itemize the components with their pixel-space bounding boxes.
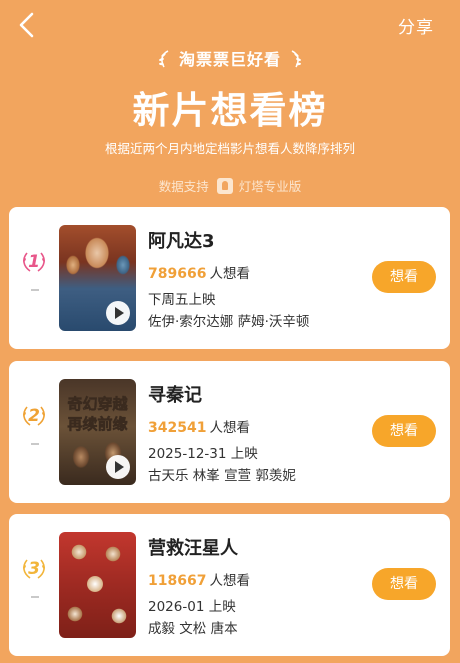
movie-title[interactable]: 寻秦记 <box>148 381 202 407</box>
movie-title[interactable]: 阿凡达3 <box>148 227 215 253</box>
data-source-prefix: 数据支持 <box>158 179 209 194</box>
movie-title[interactable]: 营救汪星人 <box>148 534 238 560</box>
want-suffix: 人想看 <box>209 420 250 436</box>
rank-change-dash <box>31 443 39 445</box>
want-to-watch-button[interactable]: 想看 <box>372 568 436 600</box>
rank-change-dash <box>31 596 39 598</box>
laurel-right-icon <box>291 50 301 68</box>
play-icon[interactable] <box>106 455 130 479</box>
movie-poster[interactable] <box>59 225 136 331</box>
top-bar: 分享 <box>0 0 460 50</box>
movie-poster[interactable]: 奇幻穿越 再续前缘 <box>59 379 136 485</box>
play-icon[interactable] <box>106 301 130 325</box>
movie-poster[interactable] <box>59 532 136 638</box>
rank-badge: 3 <box>21 559 47 579</box>
want-to-watch-button[interactable]: 想看 <box>372 415 436 447</box>
brand-text: 淘票票巨好看 <box>178 50 281 69</box>
laurel-rank-icon <box>23 252 45 272</box>
laurel-left-icon <box>159 50 169 68</box>
want-count-line: 342541 人想看 <box>148 416 250 436</box>
want-suffix: 人想看 <box>209 266 250 282</box>
share-button[interactable]: 分享 <box>398 13 434 38</box>
movie-card-2[interactable]: 2 奇幻穿越 再续前缘 寻秦记 342541 人想看 2025-12-31 上映 … <box>9 361 450 503</box>
release-date: 2026-01 上映 <box>148 599 236 615</box>
page-subtitle: 根据近两个月内地定档影片想看人数降序排列 <box>104 141 355 156</box>
want-suffix: 人想看 <box>209 573 250 589</box>
rank-badge: 2 <box>21 406 47 426</box>
cast-list: 佐伊·索尔达娜 萨姆·沃辛顿 <box>148 314 310 330</box>
movie-card-3[interactable]: 3 营救汪星人 118667 人想看 2026-01 上映 成毅 文松 唐本 想看 <box>9 514 450 656</box>
laurel-rank-icon <box>23 559 45 579</box>
want-count-line: 118667 人想看 <box>148 569 250 589</box>
brand-line: 淘票票巨好看 <box>0 46 460 70</box>
laurel-rank-icon <box>23 406 45 426</box>
release-date: 下周五上映 <box>148 292 216 308</box>
want-count: 789666 <box>148 266 207 282</box>
data-source: 数据支持 灯塔专业版 <box>0 176 460 195</box>
poster-title-art: 奇幻穿越 再续前缘 <box>67 395 129 434</box>
want-count: 118667 <box>148 573 207 589</box>
back-button[interactable] <box>14 10 40 40</box>
svg-text:再续前缘: 再续前缘 <box>67 415 127 433</box>
rank-badge: 1 <box>21 252 47 272</box>
dengta-logo-icon <box>216 178 233 194</box>
cast-list: 成毅 文松 唐本 <box>148 621 238 637</box>
want-count-line: 789666 人想看 <box>148 262 250 282</box>
chevron-left-icon <box>19 12 34 38</box>
svg-text:奇幻穿越: 奇幻穿越 <box>67 395 128 413</box>
release-date: 2025-12-31 上映 <box>148 446 258 462</box>
page-title: 新片想看榜 <box>132 89 328 132</box>
cast-list: 古天乐 林峯 宣萱 郭羡妮 <box>148 468 296 484</box>
want-count: 342541 <box>148 420 207 436</box>
data-source-name: 灯塔专业版 <box>238 179 302 194</box>
movie-card-1[interactable]: 1 阿凡达3 789666 人想看 下周五上映 佐伊·索尔达娜 萨姆·沃辛顿 想看 <box>9 207 450 349</box>
want-to-watch-button[interactable]: 想看 <box>372 261 436 293</box>
rank-change-dash <box>31 289 39 291</box>
